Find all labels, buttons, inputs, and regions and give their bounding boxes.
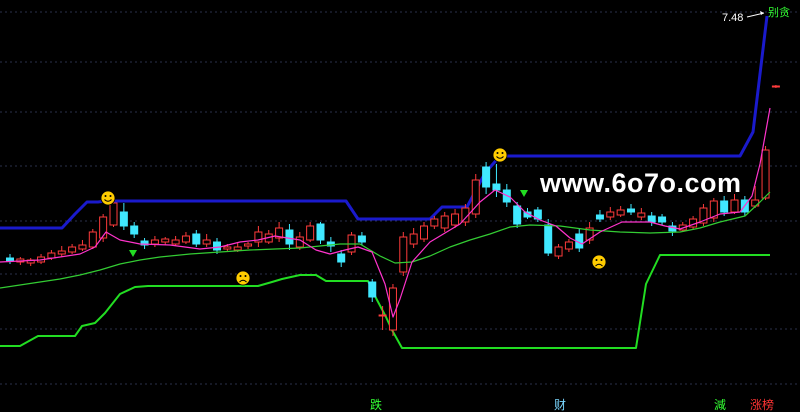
- candle-body: [544, 224, 553, 254]
- candle-body: [316, 223, 325, 241]
- candle-body: [213, 241, 221, 251]
- frown-marker: [591, 254, 607, 270]
- candle-body: [202, 239, 211, 245]
- candle-body: [492, 183, 501, 191]
- candle-body: [337, 253, 346, 263]
- smile-marker: [100, 190, 116, 206]
- candle-body: [606, 211, 615, 218]
- candle-body: [244, 243, 253, 247]
- bottom-label: 跌: [370, 397, 382, 412]
- candle-body: [47, 252, 56, 259]
- candle-body: [647, 215, 656, 223]
- candle-body: [616, 209, 625, 216]
- price-label: 7.48: [722, 12, 743, 24]
- candle: [761, 146, 770, 200]
- smile-marker: [492, 147, 508, 163]
- candle-body: [761, 149, 770, 199]
- candle-body: [409, 233, 418, 245]
- candle-body: [595, 214, 604, 220]
- candle-body: [720, 200, 729, 213]
- candle-body: [181, 235, 190, 243]
- candle-body: [399, 236, 408, 273]
- candle-body: [482, 166, 491, 188]
- candle-body: [440, 215, 449, 229]
- candle-body: [57, 250, 66, 255]
- candle-body: [68, 246, 77, 253]
- candle-body: [88, 231, 97, 248]
- candle-body: [564, 241, 573, 250]
- price-arrow-label: 别贪: [768, 5, 790, 19]
- candle-body: [627, 208, 635, 213]
- bottom-label: 減: [714, 397, 726, 412]
- candle-body: [171, 239, 180, 245]
- candle-body: [420, 225, 428, 240]
- candle-body: [161, 238, 170, 243]
- candle-body: [285, 229, 294, 245]
- frown-marker: [235, 270, 251, 286]
- candle-body: [513, 205, 522, 225]
- bottom-label: 涨榜: [750, 397, 774, 412]
- candle-body: [130, 225, 139, 235]
- candle-body: [451, 213, 460, 226]
- candle-body: [637, 212, 646, 218]
- candle-body: [6, 257, 14, 262]
- candle-body: [192, 233, 201, 245]
- candle-body: [306, 225, 315, 241]
- candle-body: [357, 235, 366, 243]
- candle: [399, 232, 408, 276]
- candle-body: [554, 246, 563, 257]
- candlestick-chart: 7.48 别贪跌 财 減 涨榜: [0, 0, 800, 412]
- candle-body: [378, 314, 387, 317]
- candle-body: [771, 85, 780, 88]
- candle-body: [99, 216, 108, 239]
- candle-body: [430, 218, 439, 227]
- candle-body: [368, 281, 377, 298]
- candle-body: [751, 199, 760, 207]
- candle-body: [233, 246, 242, 251]
- candle-body: [730, 199, 739, 213]
- candle-body: [150, 239, 159, 245]
- candle-body: [658, 216, 667, 223]
- candle-body: [109, 202, 118, 226]
- candle-body: [119, 211, 128, 227]
- bottom-label: 财: [554, 398, 566, 412]
- candle: [99, 214, 108, 242]
- candle: [709, 198, 718, 222]
- candle-body: [223, 246, 232, 250]
- candle: [471, 174, 480, 218]
- watermark-text: www.6o7o.com: [540, 168, 742, 198]
- candle-body: [78, 244, 87, 250]
